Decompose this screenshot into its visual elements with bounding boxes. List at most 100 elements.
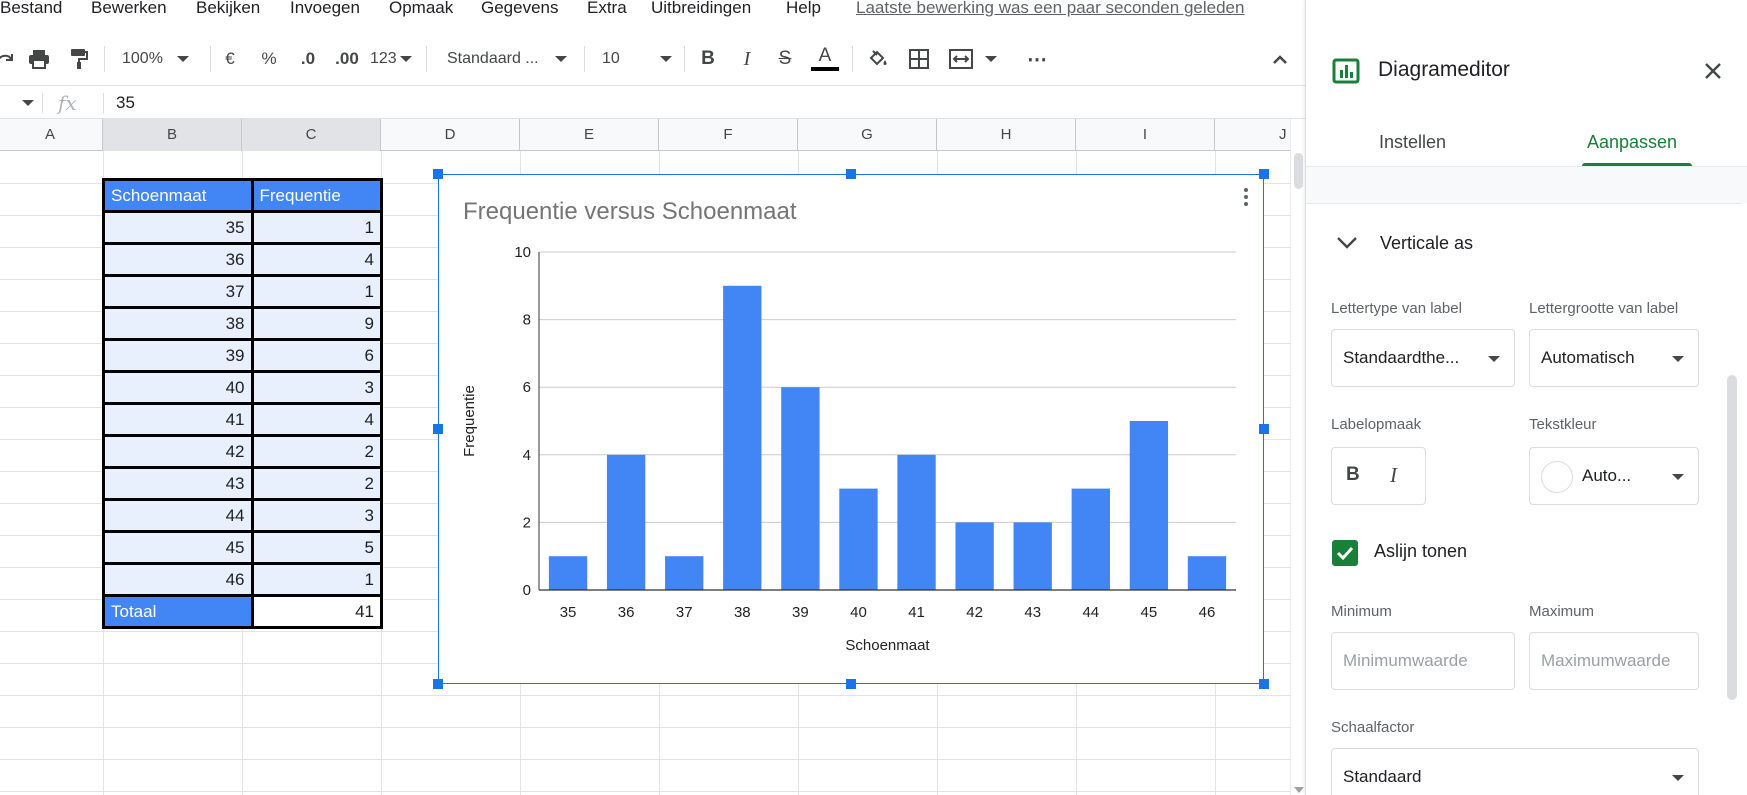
font-select[interactable]: Standaard ... <box>447 36 573 82</box>
minimum-input[interactable]: Minimumwaarde <box>1331 632 1515 690</box>
menu-bewerken[interactable]: Bewerken <box>91 0 167 18</box>
resize-handle[interactable] <box>433 169 443 179</box>
chevron-down-icon[interactable] <box>1336 236 1358 255</box>
cell-frequentie[interactable]: 3 <box>250 498 384 533</box>
percent-button[interactable]: % <box>258 36 280 82</box>
merge-cells-button[interactable] <box>944 36 1002 82</box>
chart-menu-icon[interactable] <box>1240 185 1252 213</box>
collapse-toolbar-icon[interactable] <box>1266 36 1294 82</box>
number-format-select[interactable]: 123 <box>370 36 418 82</box>
menu-help[interactable]: Help <box>786 0 821 18</box>
menu-uitbreidingen[interactable]: Uitbreidingen <box>651 0 751 18</box>
scale-factor-select[interactable]: Standaard <box>1331 748 1699 795</box>
menu-invoegen[interactable]: Invoegen <box>290 0 360 18</box>
column-header-h[interactable]: H <box>937 119 1076 151</box>
resize-handle[interactable] <box>1259 424 1269 434</box>
cell-schoenmaat[interactable]: 40 <box>102 370 254 405</box>
cell-frequentie[interactable]: 1 <box>250 562 384 597</box>
italic-button[interactable]: I <box>1390 463 1397 488</box>
menu-bekijken[interactable]: Bekijken <box>196 0 260 18</box>
italic-button[interactable]: I <box>736 36 758 82</box>
bar-chart[interactable]: Frequentie versus Schoenmaat 0 2 4 6 8 10 35 36 3… <box>438 174 1264 684</box>
axis-line-label[interactable]: Aslijn tonen <box>1374 541 1467 562</box>
cell-frequentie[interactable]: 9 <box>250 306 384 341</box>
column-header-f[interactable]: F <box>659 119 798 151</box>
increase-decimals-button[interactable]: .00 <box>330 36 364 82</box>
bold-button[interactable]: B <box>1346 464 1360 486</box>
chevron-down-icon[interactable] <box>22 100 34 106</box>
currency-button[interactable]: € <box>220 36 240 82</box>
resize-handle[interactable] <box>1259 169 1269 179</box>
column-header-e[interactable]: E <box>520 119 659 151</box>
cell-frequentie[interactable]: 4 <box>250 242 384 277</box>
axis-line-checkbox[interactable] <box>1332 540 1358 566</box>
redo-icon[interactable] <box>0 36 16 82</box>
text-color-select[interactable]: Auto... <box>1529 447 1699 505</box>
header-cell-frequentie[interactable]: Frequentie <box>250 178 384 213</box>
column-header-j[interactable]: J <box>1215 119 1290 151</box>
tab-instellen[interactable]: Instellen <box>1379 132 1446 153</box>
text-color-button[interactable]: A <box>810 36 840 82</box>
print-icon[interactable] <box>24 36 54 82</box>
paint-format-icon[interactable] <box>64 36 94 82</box>
resize-handle[interactable] <box>846 679 856 689</box>
font-select[interactable]: Standaardthe... <box>1331 329 1515 387</box>
scroll-down-icon[interactable] <box>1294 787 1304 793</box>
total-label-cell[interactable]: Totaal <box>102 594 254 629</box>
panel-scrollbar[interactable] <box>1727 375 1737 700</box>
menu-gegevens[interactable]: Gegevens <box>481 0 559 18</box>
cell-frequentie[interactable]: 1 <box>250 274 384 309</box>
resize-handle[interactable] <box>433 424 443 434</box>
tab-aanpassen[interactable]: Aanpassen <box>1587 132 1677 153</box>
borders-icon[interactable] <box>904 36 934 82</box>
resize-handle[interactable] <box>433 679 443 689</box>
cell-frequentie[interactable]: 4 <box>250 402 384 437</box>
bold-button[interactable]: B <box>696 36 720 82</box>
font-size-select[interactable]: 10 <box>602 36 674 82</box>
cell-schoenmaat[interactable]: 42 <box>102 434 254 469</box>
menu-bestand[interactable]: Bestand <box>0 0 62 18</box>
decrease-decimals-button[interactable]: .0 <box>294 36 322 82</box>
maximum-input[interactable]: Maximumwaarde <box>1529 632 1699 690</box>
menu-opmaak[interactable]: Opmaak <box>389 0 453 18</box>
cell-frequentie[interactable]: 1 <box>250 210 384 245</box>
section-title[interactable]: Verticale as <box>1380 233 1473 254</box>
formula-input[interactable]: 35 <box>116 93 135 113</box>
cell-schoenmaat[interactable]: 41 <box>102 402 254 437</box>
column-header-i[interactable]: I <box>1076 119 1215 151</box>
cell-schoenmaat[interactable]: 36 <box>102 242 254 277</box>
font-size-select[interactable]: Automatisch <box>1529 329 1699 387</box>
column-header-a[interactable]: A <box>0 119 103 151</box>
cell-frequentie[interactable]: 6 <box>250 338 384 373</box>
cell-schoenmaat[interactable]: 39 <box>102 338 254 373</box>
last-edit-link[interactable]: Laatste bewerking was een paar seconden … <box>856 0 1244 18</box>
cell-schoenmaat[interactable]: 44 <box>102 498 254 533</box>
cell-frequentie[interactable]: 2 <box>250 466 384 501</box>
cell-schoenmaat[interactable]: 46 <box>102 562 254 597</box>
data-table[interactable]: Schoenmaat Frequentie 35 1 36 4 37 1 38 9 39 6 40 3… <box>102 178 384 629</box>
cell-schoenmaat[interactable]: 45 <box>102 530 254 565</box>
column-header-c[interactable]: C <box>242 119 381 151</box>
cell-schoenmaat[interactable]: 35 <box>102 210 254 245</box>
resize-handle[interactable] <box>1259 679 1269 689</box>
more-options-button[interactable]: ⋯ <box>1022 36 1052 82</box>
menu-extra[interactable]: Extra <box>587 0 627 18</box>
column-header-d[interactable]: D <box>381 119 520 151</box>
cell-frequentie[interactable]: 2 <box>250 434 384 469</box>
cell-schoenmaat[interactable]: 38 <box>102 306 254 341</box>
column-header-b[interactable]: B <box>103 119 242 151</box>
header-cell-schoenmaat[interactable]: Schoenmaat <box>102 178 254 213</box>
cell-frequentie[interactable]: 3 <box>250 370 384 405</box>
grid-scrollbar[interactable] <box>1290 119 1305 795</box>
resize-handle[interactable] <box>846 169 856 179</box>
cell-frequentie[interactable]: 5 <box>250 530 384 565</box>
total-value-cell[interactable]: 41 <box>250 594 384 629</box>
strikethrough-button[interactable]: S <box>774 36 796 82</box>
zoom-select[interactable]: 100% <box>122 36 202 82</box>
cell-schoenmaat[interactable]: 43 <box>102 466 254 501</box>
close-icon[interactable] <box>1702 60 1724 82</box>
cell-schoenmaat[interactable]: 37 <box>102 274 254 309</box>
scrollbar-thumb[interactable] <box>1294 153 1303 189</box>
fill-color-icon[interactable] <box>864 36 892 82</box>
column-header-g[interactable]: G <box>798 119 937 151</box>
